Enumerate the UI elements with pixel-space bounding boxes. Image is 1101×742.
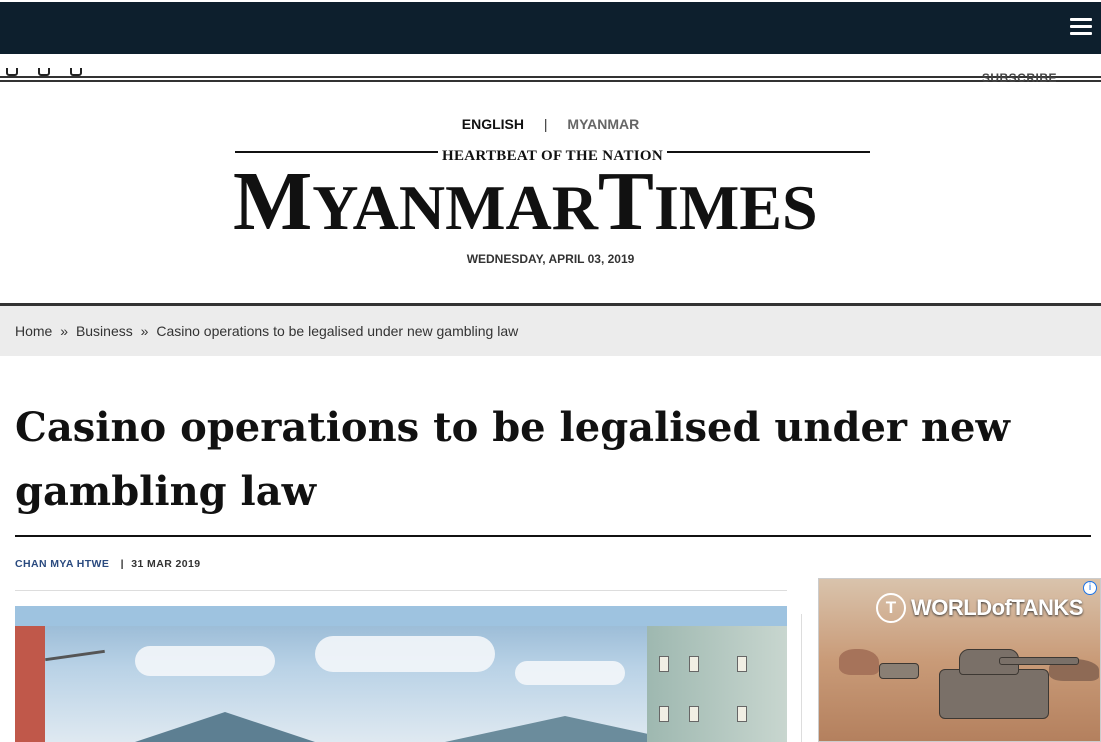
world-of-tanks-logo-icon: T bbox=[876, 593, 906, 623]
facebook-icon[interactable] bbox=[6, 68, 18, 78]
article-byline: CHAN MYA HTWE | 31 MAR 2019 bbox=[15, 558, 200, 570]
subscribe-link[interactable]: SUBSCRIBE bbox=[982, 70, 1057, 82]
instagram-icon[interactable] bbox=[70, 68, 82, 78]
breadcrumb-separator: » bbox=[60, 323, 69, 339]
breadcrumb-separator: » bbox=[140, 323, 149, 339]
language-switcher: ENGLISH | MYANMAR bbox=[0, 116, 1101, 132]
sidebar-divider bbox=[801, 614, 802, 742]
language-separator: | bbox=[543, 116, 548, 132]
site-logo[interactable]: MYANMARTIMES bbox=[233, 160, 873, 250]
article-hero-image bbox=[15, 606, 787, 742]
breadcrumb-home[interactable]: Home bbox=[15, 323, 52, 339]
header-divider bbox=[0, 76, 1101, 82]
twitter-icon[interactable] bbox=[38, 68, 50, 78]
headline-divider bbox=[15, 535, 1091, 537]
site-masthead[interactable]: HEARTBEAT OF THE NATION MYANMARTIMES bbox=[233, 148, 873, 250]
tank-graphic bbox=[939, 669, 1049, 719]
social-icons bbox=[6, 68, 82, 82]
publish-date: 31 MAR 2019 bbox=[131, 558, 201, 570]
language-myanmar-link[interactable]: MYANMAR bbox=[567, 116, 639, 132]
author-link[interactable]: CHAN MYA HTWE bbox=[15, 558, 109, 570]
advertisement-banner[interactable]: i T WORLDofTANKS bbox=[818, 578, 1101, 742]
top-navigation-bar bbox=[0, 2, 1101, 54]
breadcrumb-current: Casino operations to be legalised under … bbox=[156, 323, 519, 339]
breadcrumb-bar: Home » Business » Casino operations to b… bbox=[0, 303, 1101, 356]
language-english-link[interactable]: ENGLISH bbox=[462, 116, 524, 132]
breadcrumb: Home » Business » Casino operations to b… bbox=[15, 323, 518, 339]
byline-divider bbox=[15, 590, 787, 591]
ad-info-icon[interactable]: i bbox=[1083, 581, 1097, 595]
breadcrumb-business[interactable]: Business bbox=[76, 323, 133, 339]
ad-brand: WORLDofTANKS bbox=[911, 595, 1084, 620]
hamburger-menu-icon[interactable] bbox=[1070, 18, 1092, 36]
byline-separator: | bbox=[120, 558, 124, 570]
current-date: WEDNESDAY, APRIL 03, 2019 bbox=[466, 252, 635, 266]
article-headline: Casino operations to be legalised under … bbox=[15, 404, 1010, 515]
